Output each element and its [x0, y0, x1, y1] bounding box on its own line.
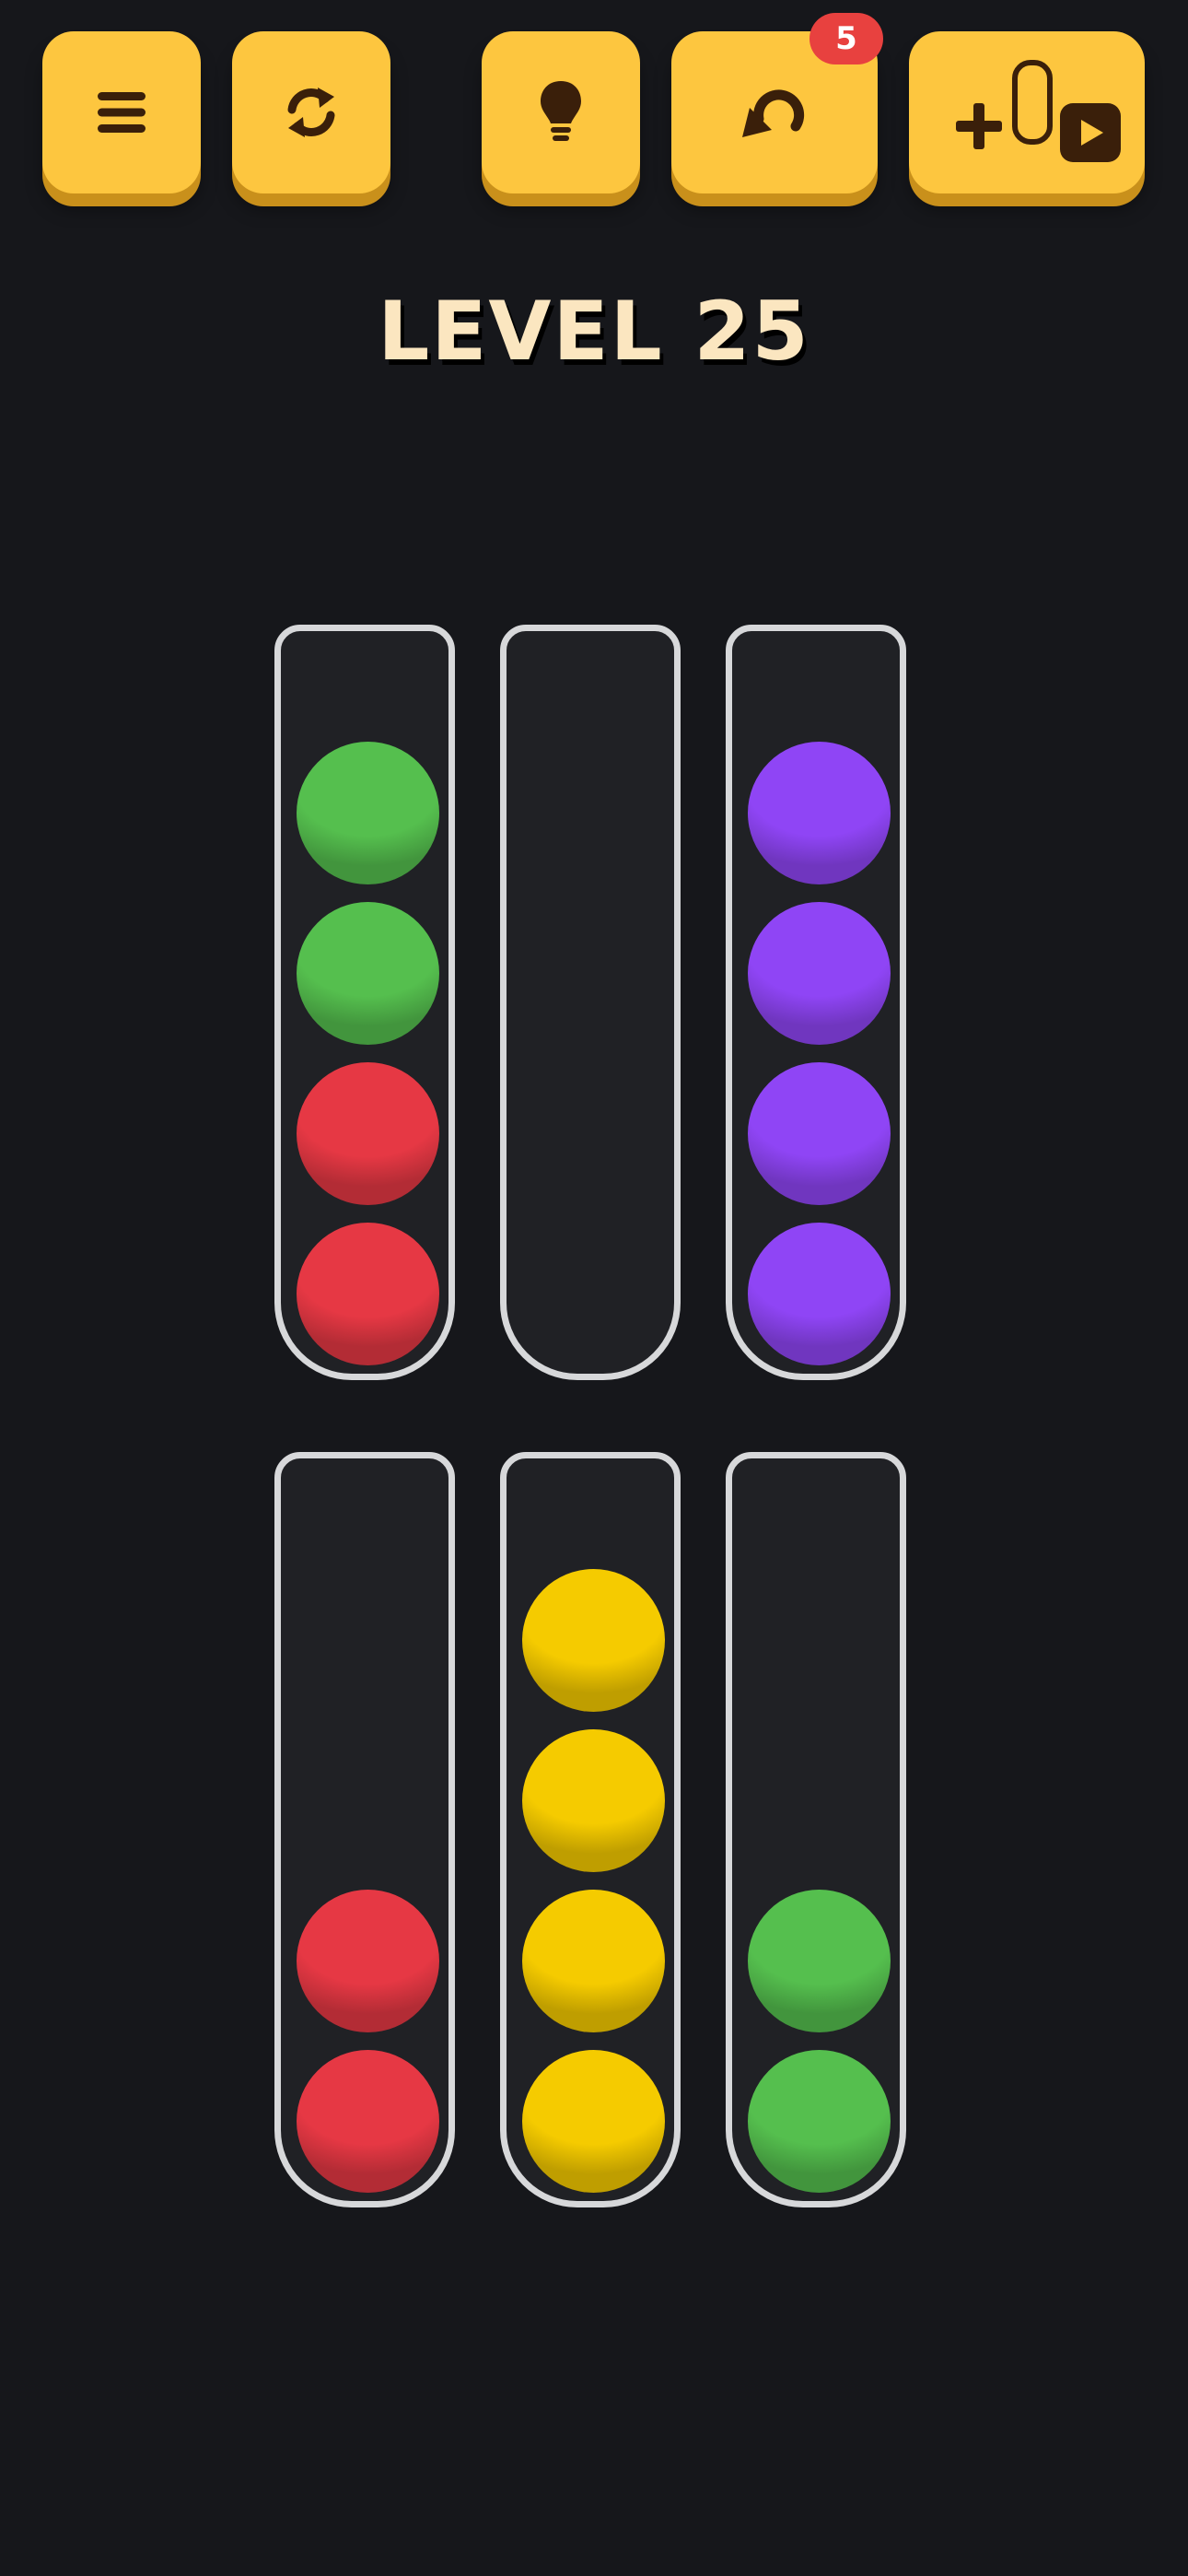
undo-arrow-icon [742, 89, 805, 137]
ball-yellow [522, 2050, 665, 2193]
ball-red [297, 2050, 439, 2193]
restart-button[interactable] [232, 31, 390, 193]
level-title: LEVEL 25 [378, 284, 810, 379]
refresh-icon [287, 88, 335, 137]
tube-5[interactable] [500, 1452, 681, 2207]
ball-green [748, 2050, 891, 2193]
add-tube-button[interactable] [909, 31, 1145, 193]
ball-yellow [522, 1729, 665, 1872]
ball-purple [748, 1062, 891, 1205]
hint-button[interactable] [482, 31, 640, 193]
ball-green [748, 1890, 891, 2032]
ball-red [297, 1223, 439, 1365]
hamburger-menu-icon [98, 92, 146, 133]
tube-4[interactable] [274, 1452, 455, 2207]
tube-3[interactable] [726, 625, 906, 1380]
ball-green [297, 902, 439, 1045]
ball-yellow [522, 1890, 665, 2032]
ball-red [297, 1062, 439, 1205]
ball-yellow [522, 1569, 665, 1712]
top-toolbar: 5 [0, 0, 1188, 221]
ball-purple [748, 902, 891, 1045]
undo-button[interactable]: 5 [671, 13, 883, 193]
ball-purple [748, 742, 891, 884]
ball-green [297, 742, 439, 884]
ball-red [297, 1890, 439, 2032]
tube-1[interactable] [274, 625, 455, 1380]
undo-count-badge: 5 [809, 13, 883, 64]
menu-button[interactable] [42, 31, 201, 193]
add-tube-video-icon [956, 60, 1121, 162]
tube-2[interactable] [500, 625, 681, 1380]
lightbulb-icon [541, 81, 581, 141]
ball-purple [748, 1223, 891, 1365]
tube-6[interactable] [726, 1452, 906, 2207]
